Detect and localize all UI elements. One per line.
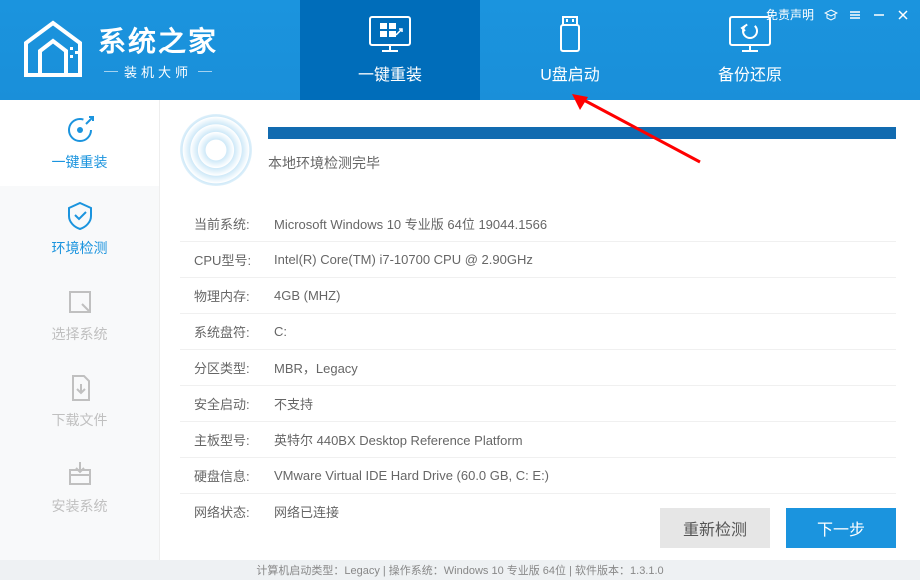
window-controls: 免责声明 (766, 6, 910, 23)
info-row: 安全启动:不支持 (180, 385, 896, 421)
disclaimer-link[interactable]: 免责声明 (766, 6, 814, 23)
sidebar-item-select-system[interactable]: 选择系统 (0, 272, 159, 358)
info-row: 系统盘符:C: (180, 313, 896, 349)
info-row: 硬盘信息:VMware Virtual IDE Hard Drive (60.0… (180, 457, 896, 493)
info-row: 分区类型:MBR，Legacy (180, 349, 896, 385)
scan-radar-icon (180, 114, 252, 186)
scan-status-text: 本地环境检测完毕 (268, 153, 896, 173)
recheck-button[interactable]: 重新检测 (660, 508, 770, 548)
sidebar-item-download[interactable]: 下载文件 (0, 358, 159, 444)
info-row: 主板型号:英特尔 440BX Desktop Reference Platfor… (180, 421, 896, 457)
sidebar-item-label: 环境检测 (52, 238, 108, 258)
logo-area: 系统之家 装机大师 (0, 15, 300, 85)
graduation-icon[interactable] (824, 8, 838, 22)
nav-label: 一键重装 (358, 61, 422, 85)
logo-icon (18, 15, 88, 85)
sidebar-item-install[interactable]: 安装系统 (0, 444, 159, 530)
window-corner-icon (64, 286, 96, 318)
header: 系统之家 装机大师 一键重装 U盘启动 (0, 0, 920, 100)
close-icon[interactable] (896, 8, 910, 22)
sidebar-item-env-check[interactable]: 环境检测 (0, 186, 159, 272)
download-file-icon (64, 372, 96, 404)
info-row: 当前系统:Microsoft Windows 10 专业版 64位 19044.… (180, 206, 896, 241)
top-nav: 一键重装 U盘启动 备份还原 (300, 0, 840, 100)
main-panel: 本地环境检测完毕 当前系统:Microsoft Windows 10 专业版 6… (160, 100, 920, 560)
next-button[interactable]: 下一步 (786, 508, 896, 548)
nav-label: 备份还原 (718, 61, 782, 85)
status-bar: 计算机启动类型：Legacy | 操作系统：Windows 10 专业版 64位… (0, 560, 920, 580)
logo-title: 系统之家 (98, 20, 218, 60)
info-row: CPU型号:Intel(R) Core(TM) i7-10700 CPU @ 2… (180, 241, 896, 277)
sidebar-item-label: 安装系统 (52, 496, 108, 516)
sidebar-item-label: 下载文件 (52, 410, 108, 430)
nav-label: U盘启动 (540, 61, 600, 85)
monitor-windows-icon (368, 15, 412, 53)
menu-icon[interactable] (848, 8, 862, 22)
install-box-icon (64, 458, 96, 490)
progress-bar (268, 127, 896, 139)
logo-subtitle: 装机大师 (98, 62, 218, 81)
usb-icon (548, 15, 592, 53)
nav-usb-boot[interactable]: U盘启动 (480, 0, 660, 100)
shield-check-icon (64, 200, 96, 232)
system-info-list: 当前系统:Microsoft Windows 10 专业版 64位 19044.… (180, 206, 896, 529)
minimize-icon[interactable] (872, 8, 886, 22)
target-arrow-icon (64, 114, 96, 146)
sidebar: 一键重装 环境检测 选择系统 下载文件 安装系统 (0, 100, 160, 560)
nav-reinstall[interactable]: 一键重装 (300, 0, 480, 100)
sidebar-item-reinstall[interactable]: 一键重装 (0, 100, 159, 186)
sidebar-item-label: 一键重装 (52, 152, 108, 172)
sidebar-item-label: 选择系统 (52, 324, 108, 344)
info-row: 物理内存:4GB (MHZ) (180, 277, 896, 313)
